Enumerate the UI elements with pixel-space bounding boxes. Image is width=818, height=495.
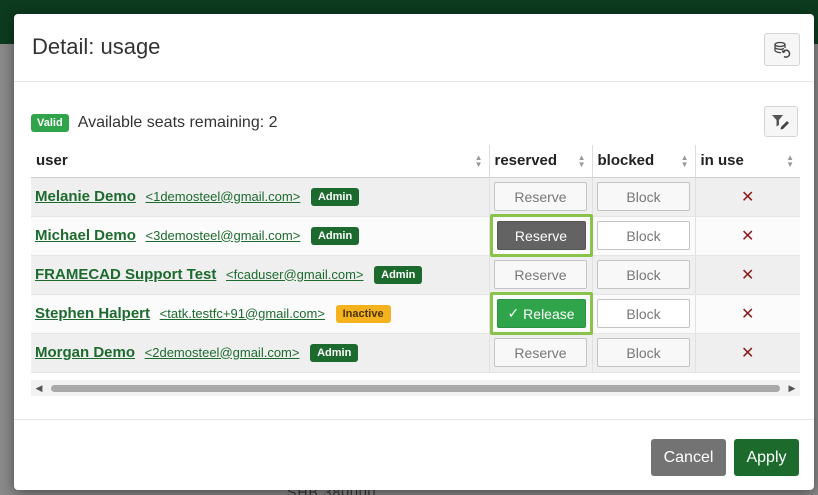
not-in-use-icon: ✕ bbox=[695, 255, 800, 295]
sort-icon: ▲ ▼ bbox=[680, 153, 689, 169]
dialog-header: Detail: usage bbox=[14, 14, 814, 82]
not-in-use-icon: ✕ bbox=[695, 294, 800, 334]
user-name-link[interactable]: FRAMECAD Support Test bbox=[35, 266, 216, 283]
user-cell: Morgan Demo <2demosteel@gmail.com> Admin bbox=[31, 333, 490, 373]
sort-icon: ▲ ▼ bbox=[577, 153, 586, 169]
reserve-button[interactable]: Reserve bbox=[496, 221, 586, 250]
seats-remaining-text: Available seats remaining: 2 bbox=[77, 114, 278, 131]
scroll-left-icon[interactable]: ◀ bbox=[31, 383, 47, 394]
user-cell: Stephen Halpert <tatk.testfc+91@gmail.co… bbox=[31, 294, 490, 334]
reserve-button[interactable]: Reserve bbox=[494, 260, 587, 289]
usage-detail-dialog: Detail: usage Valid Available seats rema… bbox=[14, 14, 814, 490]
apply-button[interactable]: Apply bbox=[734, 439, 799, 476]
horizontal-scrollbar[interactable]: ◀ ▶ bbox=[31, 380, 800, 396]
valid-badge: Valid bbox=[31, 114, 69, 132]
user-email-link[interactable]: <2demosteel@gmail.com> bbox=[145, 345, 300, 360]
column-header-reserved[interactable]: reserved ▲ ▼ bbox=[489, 145, 593, 178]
user-cell: Melanie Demo <1demosteel@gmail.com> Admi… bbox=[31, 177, 490, 217]
user-cell: FRAMECAD Support Test <fcaduser@gmail.co… bbox=[31, 255, 490, 295]
dialog-title: Detail: usage bbox=[32, 34, 161, 59]
not-in-use-icon: ✕ bbox=[695, 216, 800, 256]
user-name-link[interactable]: Michael Demo bbox=[35, 227, 136, 244]
refresh-db-icon bbox=[774, 41, 791, 58]
release-button[interactable]: ✓ Release bbox=[496, 299, 586, 328]
not-in-use-icon: ✕ bbox=[695, 333, 800, 373]
filter-edit-icon bbox=[772, 114, 789, 129]
dialog-footer: Cancel Apply bbox=[14, 419, 814, 490]
user-cell: Michael Demo <3demosteel@gmail.com> Admi… bbox=[31, 216, 490, 256]
scroll-right-icon[interactable]: ▶ bbox=[784, 383, 800, 394]
seat-summary: Valid Available seats remaining: 2 bbox=[31, 114, 278, 132]
user-email-link[interactable]: <tatk.testfc+91@gmail.com> bbox=[160, 306, 325, 321]
role-badge: Admin bbox=[310, 226, 360, 245]
user-email-link[interactable]: <3demosteel@gmail.com> bbox=[146, 228, 301, 243]
role-badge: Admin bbox=[310, 187, 360, 206]
user-email-link[interactable]: <fcaduser@gmail.com> bbox=[226, 267, 363, 282]
sort-icon: ▲ ▼ bbox=[786, 153, 794, 169]
reserve-button[interactable]: Reserve bbox=[494, 182, 587, 211]
user-name-link[interactable]: Melanie Demo bbox=[35, 188, 136, 205]
highlight-box: ✓ Release bbox=[489, 292, 593, 335]
column-header-blocked[interactable]: blocked ▲ ▼ bbox=[592, 145, 696, 178]
usage-table: user ▲ ▼ reserved ▲ ▼ blocked ▲ ▼ in use ▲ ▼ Mel… bbox=[31, 145, 800, 373]
inactive-badge: Inactive bbox=[335, 304, 391, 323]
table-row: Michael Demo <3demosteel@gmail.com> Admi… bbox=[31, 214, 800, 257]
scrollbar-thumb[interactable] bbox=[51, 384, 780, 392]
refresh-button[interactable] bbox=[764, 33, 800, 66]
role-badge: Admin bbox=[374, 265, 423, 284]
user-name-link[interactable]: Morgan Demo bbox=[35, 344, 135, 361]
block-button[interactable]: Block bbox=[597, 299, 690, 328]
user-name-link[interactable]: Stephen Halpert bbox=[35, 305, 150, 322]
user-email-link[interactable]: <1demosteel@gmail.com> bbox=[146, 189, 301, 204]
not-in-use-icon: ✕ bbox=[695, 177, 800, 217]
block-button[interactable]: Block bbox=[597, 338, 690, 367]
table-row: FRAMECAD Support Test <fcaduser@gmail.co… bbox=[31, 255, 800, 295]
sort-icon: ▲ ▼ bbox=[474, 153, 483, 169]
reserve-button[interactable]: Reserve bbox=[494, 338, 587, 367]
cancel-button[interactable]: Cancel bbox=[651, 439, 726, 476]
highlight-box: Reserve bbox=[489, 214, 593, 257]
table-row: Morgan Demo <2demosteel@gmail.com> Admin… bbox=[31, 333, 800, 373]
checkmark-icon: ✓ bbox=[507, 305, 520, 321]
filter-button[interactable] bbox=[764, 106, 798, 137]
role-badge: Admin bbox=[310, 343, 359, 362]
column-header-in-use[interactable]: in use ▲ ▼ bbox=[695, 145, 800, 178]
block-button[interactable]: Block bbox=[597, 221, 690, 250]
column-header-user[interactable]: user ▲ ▼ bbox=[31, 145, 490, 178]
block-button[interactable]: Block bbox=[597, 182, 690, 211]
table-row: Stephen Halpert <tatk.testfc+91@gmail.co… bbox=[31, 292, 800, 335]
table-row: Melanie Demo <1demosteel@gmail.com> Admi… bbox=[31, 177, 800, 217]
block-button[interactable]: Block bbox=[597, 260, 690, 289]
